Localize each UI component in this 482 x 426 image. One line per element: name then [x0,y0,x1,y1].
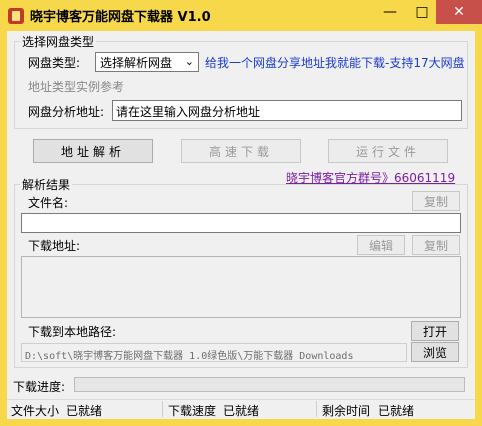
app-icon [8,8,24,24]
parse-button[interactable]: 地址解析 [33,139,153,163]
address-label: 网盘分析地址: [28,105,105,119]
maximize-button[interactable]: □ [406,0,438,24]
example-link[interactable]: 地址类型实例参考 [28,78,124,95]
status-remaining-label: 剩余时间 [322,404,371,418]
window-title: 晓宇博客万能网盘下载器 V1.0 [30,10,211,25]
progress-label: 下载进度: [13,380,66,394]
status-speed-label: 下载速度 [168,404,217,418]
filename-label: 文件名: [28,196,69,210]
window-frame-right [475,31,482,426]
close-button[interactable]: ✕ [436,0,482,24]
download-url-label: 下载地址: [28,239,81,253]
type-select-value: 选择解析网盘 [100,55,173,70]
status-divider [316,401,317,417]
window-frame-left [0,31,7,426]
status-divider [162,401,163,417]
status-size-label: 文件大小 [11,404,60,418]
copy-url-button[interactable]: 复制 [412,235,460,255]
open-folder-button[interactable]: 打开 [411,321,459,341]
promo-text: 给我一个网盘分享地址我就能下载-支持17大网盘 [205,56,465,70]
minimize-button[interactable]: — [374,0,406,24]
edit-url-button[interactable]: 编辑 [357,235,405,255]
download-progress-bar [74,377,465,392]
copy-filename-button[interactable]: 复制 [412,191,460,211]
status-speed-value: 已就绪 [223,404,260,418]
status-size-value: 已就绪 [66,404,103,418]
type-select[interactable]: 选择解析网盘 ⌄ [95,52,199,72]
type-label: 网盘类型: [28,56,81,70]
status-remaining-value: 已就绪 [378,404,415,418]
result-group-title: 解析结果 [20,176,73,193]
download-url-field[interactable] [21,256,461,318]
address-input[interactable]: 请在这里输入网盘分析地址 [112,100,462,121]
local-path-field[interactable]: D:\soft\晓宇博客万能网盘下载器 1.0绿色版\万能下载器_Downloa… [21,343,407,362]
chevron-down-icon: ⌄ [184,55,194,68]
fast-download-button[interactable]: 高速下载 [181,139,301,163]
run-file-button[interactable]: 运行文件 [328,139,448,163]
browse-button[interactable]: 浏览 [411,342,459,362]
type-group-title: 选择网盘类型 [20,33,97,50]
filename-field[interactable] [21,213,461,233]
local-path-label: 下载到本地路径: [28,325,117,339]
window-frame-bottom [0,419,482,426]
